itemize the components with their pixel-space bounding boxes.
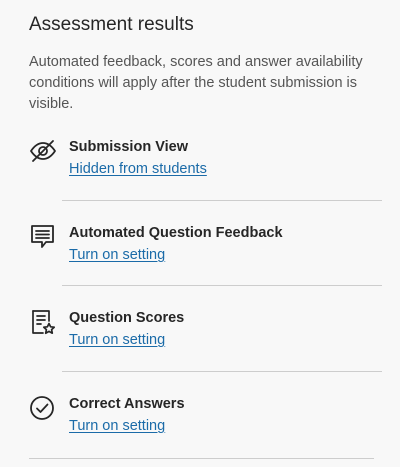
divider xyxy=(62,200,382,201)
setting-name: Automated Question Feedback xyxy=(69,225,283,241)
assessment-results-panel: Assessment results Automated feedback, s… xyxy=(0,0,400,467)
setting-question-scores: Question Scores Turn on setting xyxy=(0,308,400,368)
feedback-message-icon xyxy=(29,223,57,251)
setting-name: Correct Answers xyxy=(69,396,185,412)
setting-submission-view: Submission View Hidden from students xyxy=(0,137,400,197)
question-scores-turn-on-link[interactable]: Turn on setting xyxy=(69,330,165,350)
setting-name: Question Scores xyxy=(69,310,185,326)
section-title: Assessment results xyxy=(29,14,194,35)
check-circle-icon xyxy=(29,394,57,422)
setting-automated-question-feedback: Automated Question Feedback Turn on sett… xyxy=(0,223,400,283)
setting-correct-answers: Correct Answers Turn on setting xyxy=(0,394,400,454)
setting-name: Submission View xyxy=(69,139,188,155)
submission-view-link[interactable]: Hidden from students xyxy=(69,159,207,179)
correct-answers-turn-on-link[interactable]: Turn on setting xyxy=(69,416,165,436)
automated-feedback-turn-on-link[interactable]: Turn on setting xyxy=(69,245,165,265)
divider xyxy=(29,458,374,459)
eye-slash-icon xyxy=(29,137,57,165)
divider xyxy=(62,285,382,286)
score-document-icon xyxy=(29,308,57,336)
section-description: Automated feedback, scores and answer av… xyxy=(29,54,363,112)
divider xyxy=(62,371,382,372)
